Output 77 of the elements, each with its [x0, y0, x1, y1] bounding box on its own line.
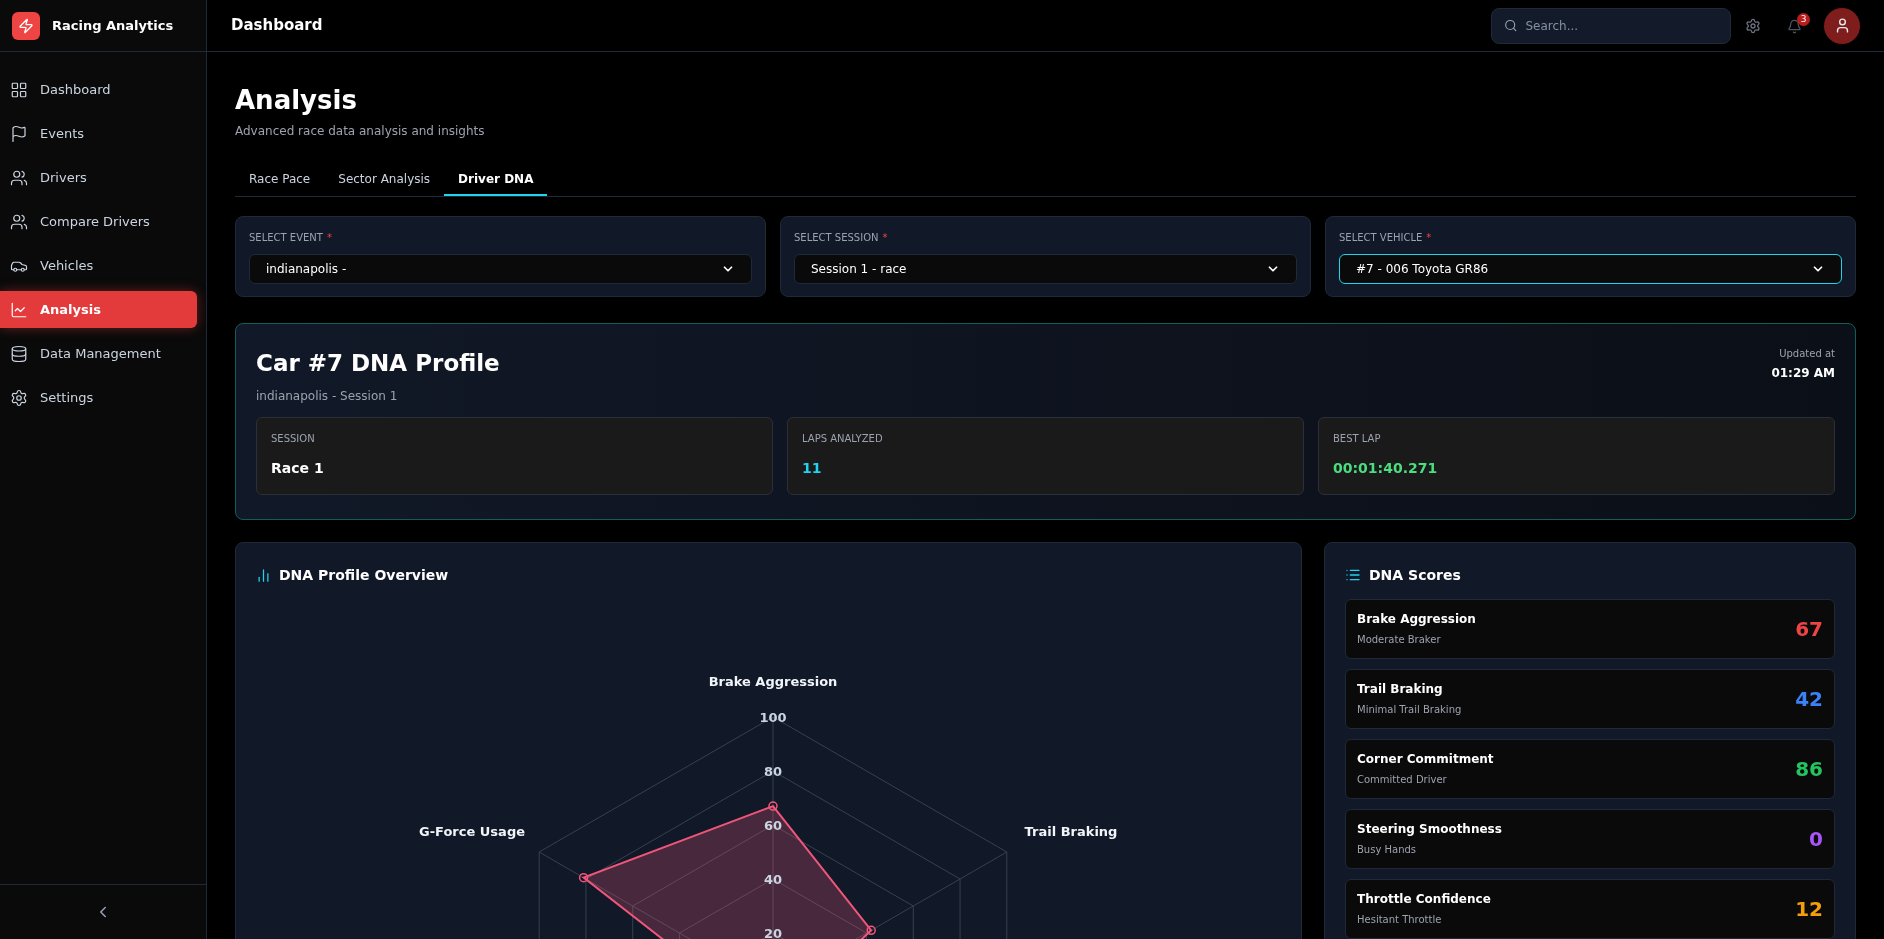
axis-tick-label: 20 — [763, 925, 783, 939]
tab[interactable]: Driver DNA — [444, 164, 548, 196]
score-value: 12 — [1795, 895, 1823, 923]
bell-icon — [1787, 19, 1802, 34]
flag-icon — [10, 124, 28, 143]
search-input[interactable]: Search... — [1525, 16, 1718, 35]
stat-label: SESSION — [271, 431, 316, 446]
page-title: Analysis — [235, 84, 358, 117]
stat-label: BEST LAP — [1333, 431, 1382, 446]
bar-chart-icon — [256, 567, 271, 583]
users-icon — [10, 212, 28, 231]
stat-value: 11 — [802, 458, 823, 478]
app-name: Racing Analytics — [52, 16, 174, 35]
stat-value: 00:01:40.271 — [1333, 458, 1439, 478]
tab[interactable]: Race Pace — [235, 164, 325, 196]
axis-tick-label: 80 — [763, 763, 783, 779]
required-mark: * — [326, 231, 332, 245]
nav-item[interactable]: Dashboard — [0, 71, 197, 108]
updated-label: Updated at — [1779, 347, 1835, 361]
axis-tick-label: 60 — [763, 817, 783, 833]
notification-badge: 3 — [1797, 13, 1810, 26]
grid-icon — [10, 80, 28, 99]
score-description: Committed Driver — [1357, 773, 1448, 787]
score-description: Hesitant Throttle — [1357, 913, 1443, 927]
notification-button[interactable]: 3 — [1783, 13, 1810, 38]
settings-icon — [10, 388, 28, 407]
axis-label: Brake Aggression — [708, 673, 838, 689]
select-field[interactable]: Session 1 - race — [794, 254, 1297, 284]
profile-subtitle: indianapolis - Session 1 — [256, 387, 399, 405]
stat-label: LAPS ANALYZED — [802, 431, 884, 446]
score-name: Corner Commitment — [1357, 751, 1495, 768]
score-value: 0 — [1809, 825, 1823, 853]
nav-item[interactable]: Compare Drivers — [0, 203, 197, 240]
score-description: Moderate Braker — [1357, 633, 1442, 647]
field-label: SELECT VEHICLE — [1339, 231, 1423, 245]
score-value: 67 — [1795, 615, 1823, 643]
search-bar[interactable]: Search... — [1491, 7, 1731, 44]
panel-title: DNA Scores — [1369, 565, 1461, 585]
required-mark: * — [1426, 231, 1432, 245]
page-subtitle: Advanced race data analysis and insights — [235, 123, 486, 140]
search-icon — [1504, 18, 1518, 33]
tab[interactable]: Sector Analysis — [324, 164, 445, 196]
select-field[interactable]: #7 - 006 Toyota GR86 — [1339, 254, 1842, 284]
nav-item[interactable]: Settings — [0, 379, 197, 416]
nav-item[interactable]: Drivers — [0, 159, 197, 196]
field-label: SELECT EVENT — [249, 231, 323, 245]
topbar-title: Dashboard — [231, 15, 323, 37]
score-name: Throttle Confidence — [1357, 891, 1492, 908]
score-value: 86 — [1795, 755, 1823, 783]
score-name: Steering Smoothness — [1357, 821, 1503, 838]
axis-tick-label: 40 — [763, 871, 783, 887]
score-name: Brake Aggression — [1357, 611, 1477, 628]
database-icon — [10, 344, 28, 363]
score-name: Trail Braking — [1357, 681, 1444, 698]
stat-value: Race 1 — [271, 458, 325, 478]
avatar-button[interactable] — [1824, 7, 1860, 44]
score-value: 42 — [1795, 685, 1823, 713]
nav-item[interactable]: Analysis — [0, 291, 197, 328]
settings-icon — [1745, 17, 1761, 34]
select-field[interactable]: indianapolis - — [249, 254, 752, 284]
axis-tick-label: 100 — [759, 709, 787, 725]
profile-title: Car #7 DNA Profile — [256, 349, 500, 378]
required-mark: * — [882, 231, 888, 245]
nav-item[interactable]: Vehicles — [0, 247, 197, 284]
axis-label: Trail Braking — [1024, 823, 1118, 839]
panel-title: DNA Profile Overview — [279, 565, 449, 585]
score-description: Minimal Trail Braking — [1357, 703, 1463, 717]
users-icon — [10, 168, 28, 187]
line-chart-icon — [10, 300, 28, 319]
nav-item[interactable]: Events — [0, 115, 197, 152]
axis-label: G-Force Usage — [419, 823, 525, 839]
score-description: Busy Hands — [1357, 843, 1418, 857]
logo-icon — [12, 11, 40, 40]
nav-item[interactable]: Data Management — [0, 335, 197, 372]
field-label: SELECT SESSION — [794, 231, 879, 245]
list-icon — [1345, 567, 1361, 583]
updated-time: 01:29 AM — [1771, 365, 1835, 382]
